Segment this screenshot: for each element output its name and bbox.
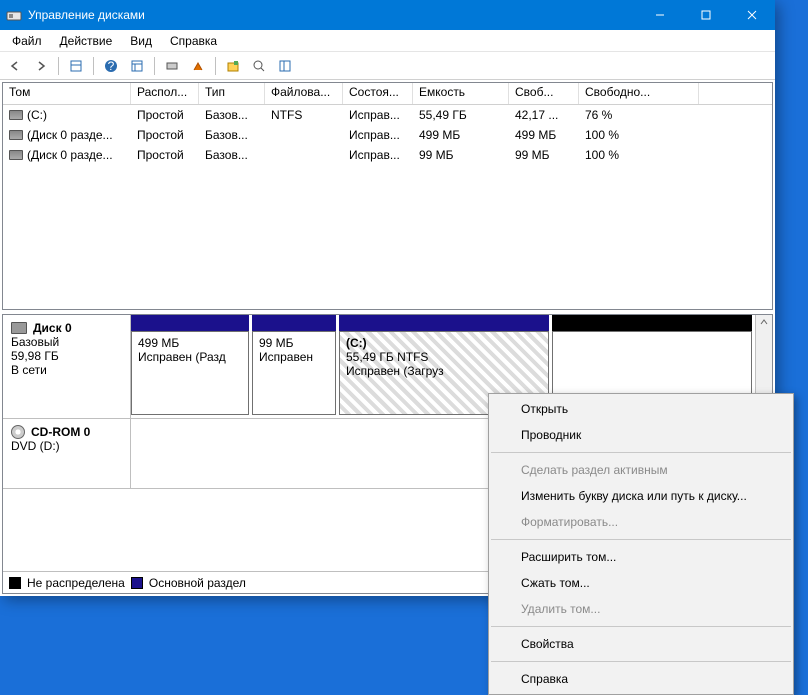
ctx-separator xyxy=(491,626,791,627)
help-button[interactable]: ? xyxy=(100,55,122,77)
volume-row[interactable]: (Диск 0 разде... Простой Базов... Исправ… xyxy=(3,125,772,145)
ctx-extend-volume[interactable]: Расширить том... xyxy=(489,544,793,570)
volume-row[interactable]: (Диск 0 разде... Простой Базов... Исправ… xyxy=(3,145,772,165)
window-title: Управление дисками xyxy=(28,8,637,22)
volume-icon xyxy=(9,110,23,120)
app-icon xyxy=(6,7,22,23)
col-fs[interactable]: Файлова... xyxy=(265,83,343,104)
disk-label[interactable]: Диск 0 Базовый 59,98 ГБ В сети xyxy=(3,315,131,418)
col-capacity[interactable]: Емкость xyxy=(413,83,509,104)
toolbar-button[interactable] xyxy=(126,55,148,77)
col-status[interactable]: Состоя... xyxy=(343,83,413,104)
ctx-separator xyxy=(491,661,791,662)
toolbar-separator xyxy=(154,57,155,75)
toolbar-button[interactable] xyxy=(161,55,183,77)
disk-icon xyxy=(11,322,27,334)
ctx-separator xyxy=(491,539,791,540)
partition[interactable]: 499 МБ Исправен (Разд xyxy=(131,315,249,415)
col-type[interactable]: Тип xyxy=(199,83,265,104)
col-free[interactable]: Своб... xyxy=(509,83,579,104)
volume-list[interactable]: Том Распол... Тип Файлова... Состоя... Е… xyxy=(2,82,773,310)
ctx-delete-volume: Удалить том... xyxy=(489,596,793,622)
ctx-shrink-volume[interactable]: Сжать том... xyxy=(489,570,793,596)
col-layout[interactable]: Распол... xyxy=(131,83,199,104)
partition[interactable]: 99 МБ Исправен xyxy=(252,315,336,415)
minimize-button[interactable] xyxy=(637,0,683,30)
toolbar-separator xyxy=(93,57,94,75)
ctx-properties[interactable]: Свойства xyxy=(489,631,793,657)
toolbar-button[interactable] xyxy=(187,55,209,77)
toolbar-separator xyxy=(58,57,59,75)
menu-file[interactable]: Файл xyxy=(4,32,50,50)
ctx-change-letter[interactable]: Изменить букву диска или путь к диску... xyxy=(489,483,793,509)
context-menu: Открыть Проводник Сделать раздел активны… xyxy=(488,393,794,695)
volume-icon xyxy=(9,130,23,140)
toolbar-button[interactable] xyxy=(248,55,270,77)
cdrom-label[interactable]: CD-ROM 0 DVD (D:) xyxy=(3,419,131,488)
ctx-make-active: Сделать раздел активным xyxy=(489,457,793,483)
back-button[interactable] xyxy=(4,55,26,77)
chevron-up-icon xyxy=(759,317,769,327)
svg-text:?: ? xyxy=(108,59,115,73)
titlebar[interactable]: Управление дисками xyxy=(0,0,775,30)
close-button[interactable] xyxy=(729,0,775,30)
menu-view[interactable]: Вид xyxy=(122,32,160,50)
forward-button[interactable] xyxy=(30,55,52,77)
legend-unallocated-icon xyxy=(9,577,21,589)
toolbar-button[interactable] xyxy=(222,55,244,77)
ctx-explorer[interactable]: Проводник xyxy=(489,422,793,448)
legend-primary-label: Основной раздел xyxy=(149,576,246,590)
col-freepct[interactable]: Свободно... xyxy=(579,83,699,104)
ctx-format: Форматировать... xyxy=(489,509,793,535)
ctx-help[interactable]: Справка xyxy=(489,666,793,692)
column-headers: Том Распол... Тип Файлова... Состоя... Е… xyxy=(3,83,772,105)
volume-rows: (C:) Простой Базов... NTFS Исправ... 55,… xyxy=(3,105,772,309)
cdrom-icon xyxy=(11,425,25,439)
legend-primary-icon xyxy=(131,577,143,589)
col-volume[interactable]: Том xyxy=(3,83,131,104)
menu-action[interactable]: Действие xyxy=(52,32,121,50)
legend-unallocated-label: Не распределена xyxy=(27,576,125,590)
volume-icon xyxy=(9,150,23,160)
menu-help[interactable]: Справка xyxy=(162,32,225,50)
maximize-button[interactable] xyxy=(683,0,729,30)
view-list-button[interactable] xyxy=(65,55,87,77)
toolbar-separator xyxy=(215,57,216,75)
ctx-open[interactable]: Открыть xyxy=(489,396,793,422)
toolbar: ? xyxy=(0,52,775,80)
menubar: Файл Действие Вид Справка xyxy=(0,30,775,52)
volume-row[interactable]: (C:) Простой Базов... NTFS Исправ... 55,… xyxy=(3,105,772,125)
toolbar-button[interactable] xyxy=(274,55,296,77)
ctx-separator xyxy=(491,452,791,453)
